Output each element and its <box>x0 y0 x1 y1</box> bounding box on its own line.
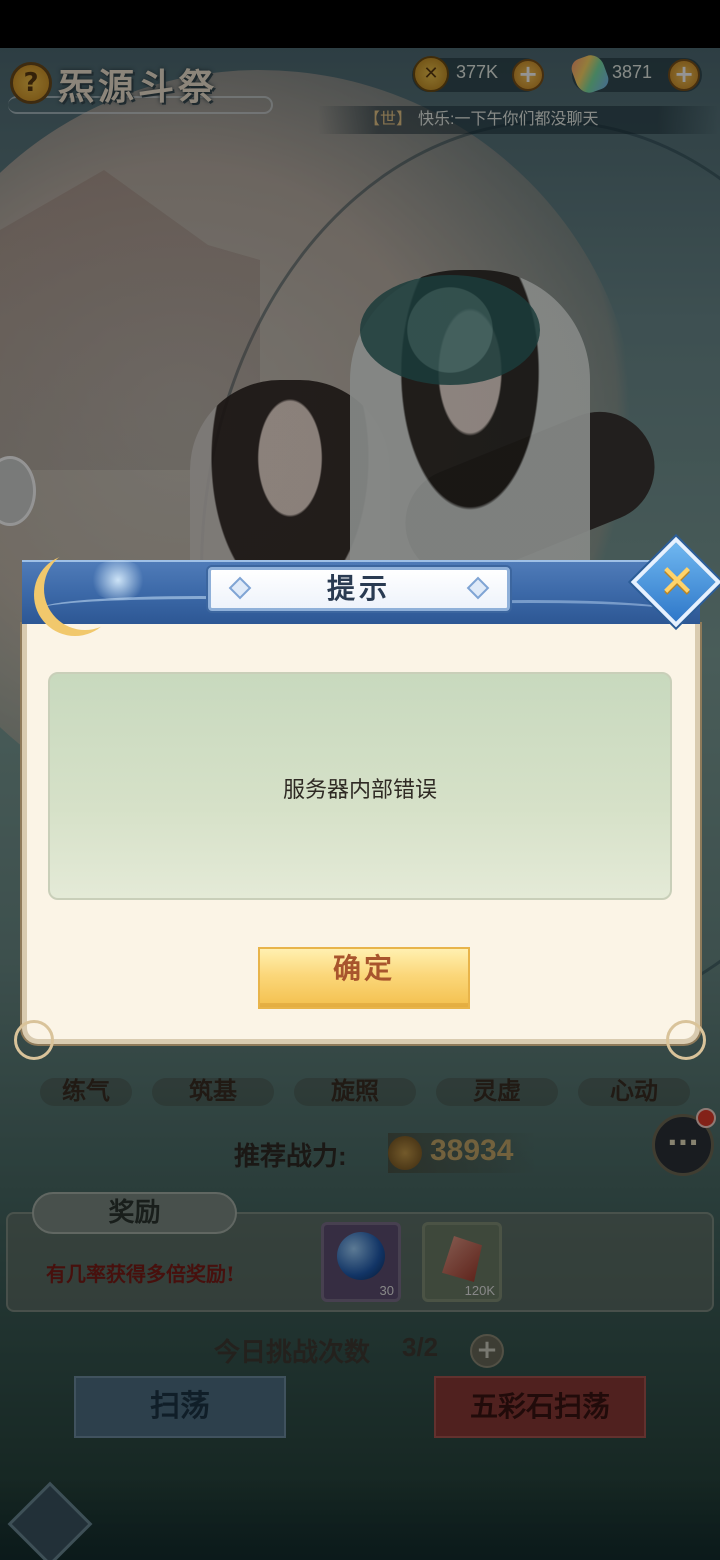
game-screen: ? 炁源斗祭 ✕ 377K + 3871 + 【世】 快乐:一下午你们都没聊天 练… <box>0 0 720 1560</box>
confirm-button-label[interactable]: 确定 <box>258 947 470 1009</box>
feather-decoration <box>88 560 148 600</box>
corner-ornament <box>14 1020 54 1060</box>
dialog-title: 提示 <box>326 572 391 605</box>
close-icon[interactable]: ✕ <box>654 556 700 608</box>
corner-ornament <box>666 1020 706 1060</box>
status-bar <box>0 0 720 48</box>
dialog-message: 服务器内部错误 <box>282 777 437 802</box>
